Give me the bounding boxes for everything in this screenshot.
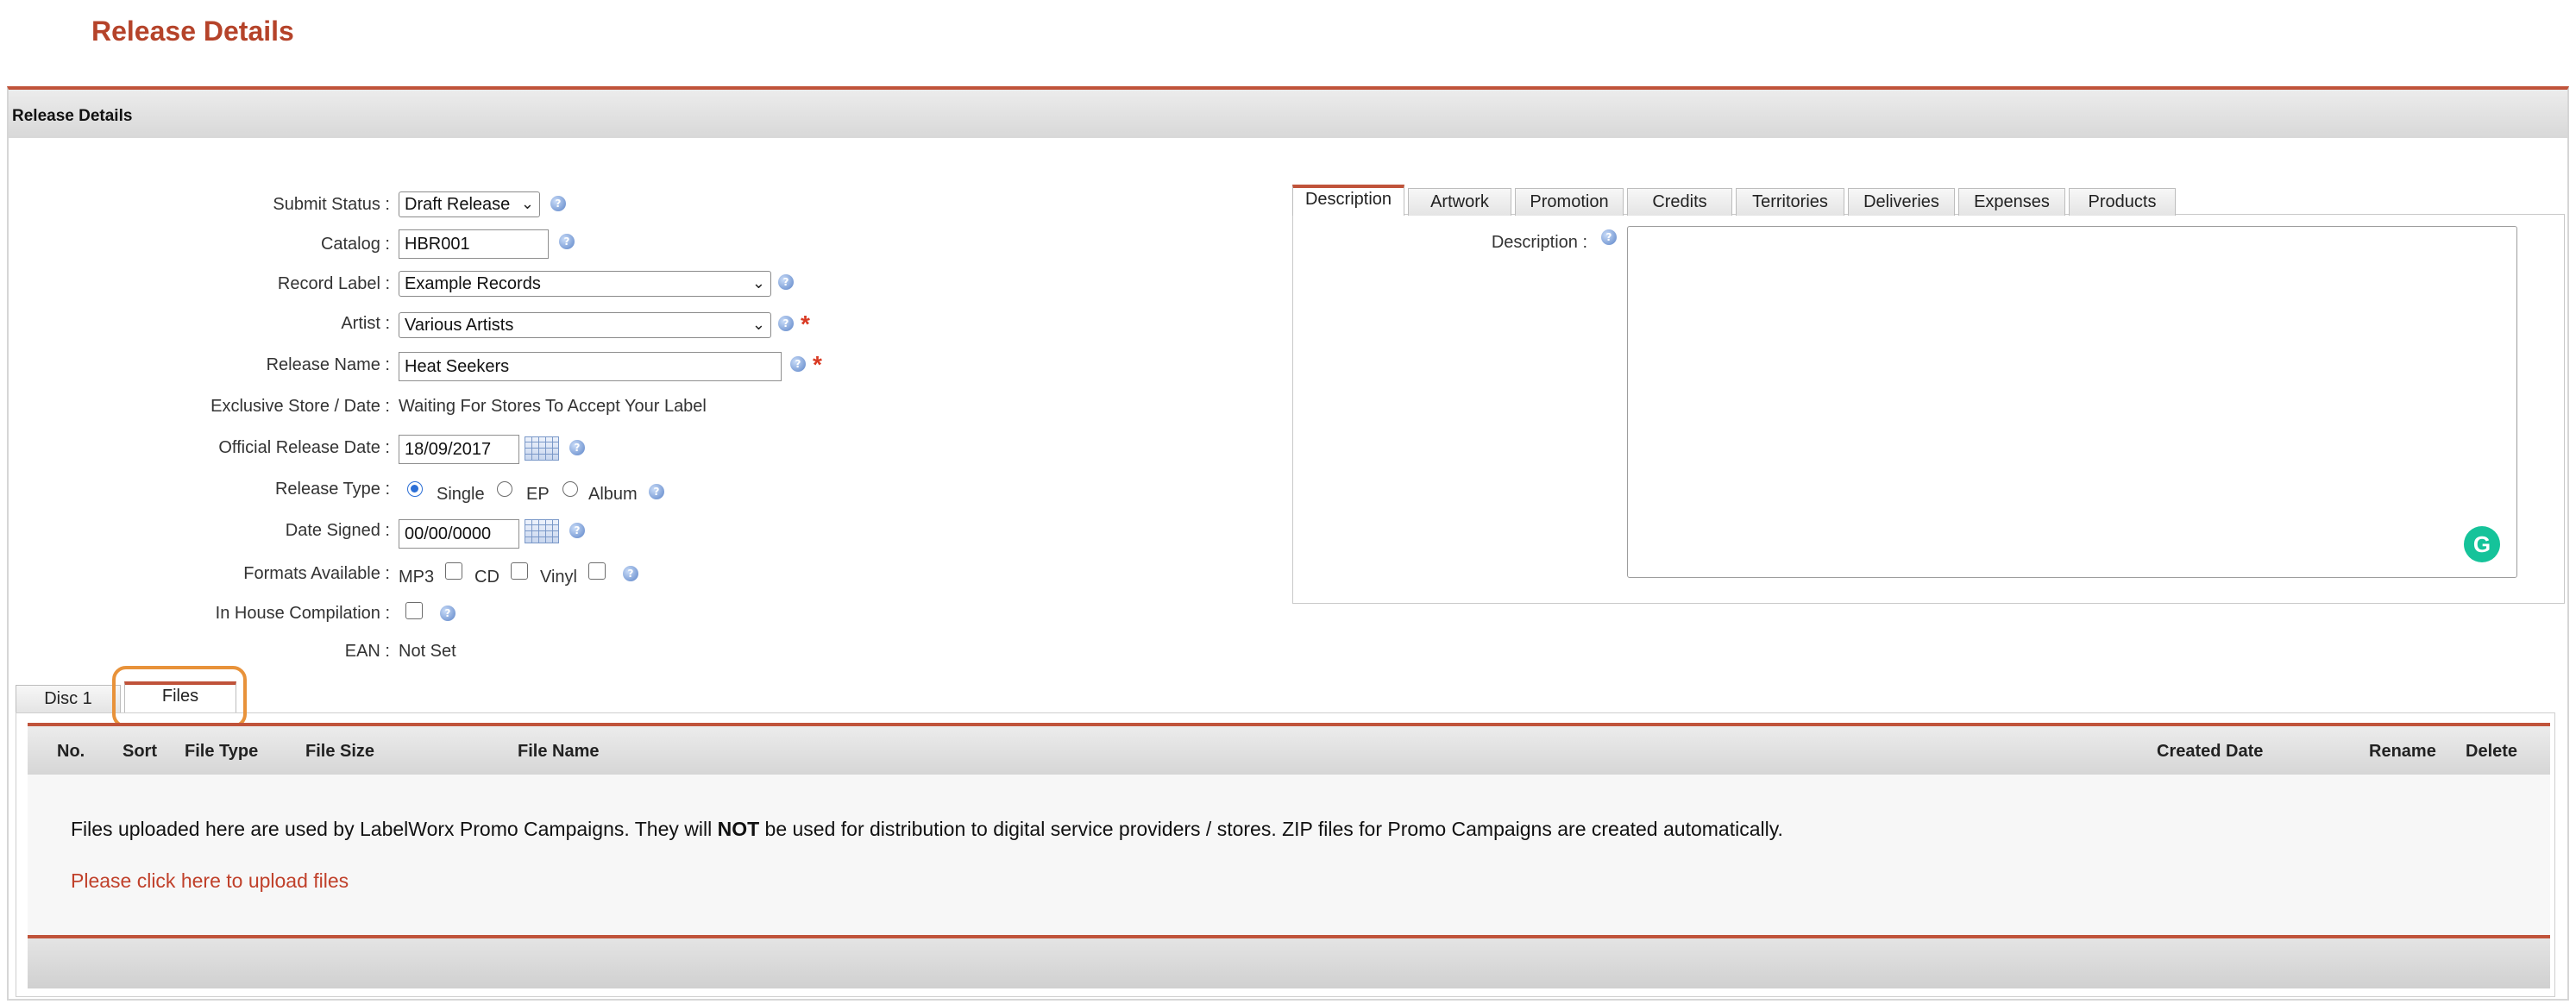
release-type-ep-radio[interactable]: [497, 481, 512, 497]
help-icon[interactable]: ?: [790, 356, 806, 372]
format-cd-checkbox[interactable]: [511, 562, 528, 580]
tab-expenses[interactable]: Expenses: [1958, 188, 2065, 216]
calendar-icon[interactable]: [525, 519, 559, 543]
help-icon[interactable]: ?: [569, 523, 585, 538]
ean-value: Not Set: [399, 642, 456, 661]
submit-status-value: Draft Release: [405, 195, 511, 214]
description-textarea[interactable]: [1627, 226, 2517, 578]
chevron-down-icon: ⌄: [751, 274, 765, 292]
catalog-input[interactable]: HBR001: [399, 229, 549, 259]
files-note-start: Files uploaded here are used by LabelWor…: [71, 818, 718, 840]
chevron-down-icon: ⌄: [751, 316, 765, 333]
help-icon[interactable]: ?: [778, 316, 794, 331]
artist-value: Various Artists: [405, 316, 514, 335]
date-signed-label: Date Signed :: [285, 521, 390, 540]
column-created-date: Created Date: [2157, 742, 2264, 761]
format-vinyl-label: Vinyl: [540, 568, 577, 587]
artist-select[interactable]: Various Artists ⌄: [399, 312, 771, 338]
formats-label: Formats Available :: [243, 564, 390, 583]
official-date-input[interactable]: 18/09/2017: [399, 435, 519, 464]
page-title: Release Details: [91, 16, 294, 47]
format-cd-label: CD: [474, 568, 499, 587]
release-type-album-radio[interactable]: [562, 481, 578, 497]
format-vinyl-checkbox[interactable]: [588, 562, 606, 580]
record-label-select[interactable]: Example Records ⌄: [399, 271, 771, 297]
files-note: Files uploaded here are used by LabelWor…: [71, 818, 1783, 841]
panel-header-label: Release Details: [12, 107, 133, 125]
help-icon[interactable]: ?: [1601, 229, 1617, 245]
record-label-label: Record Label :: [277, 274, 390, 293]
help-icon[interactable]: ?: [649, 484, 664, 499]
help-icon[interactable]: ?: [440, 606, 456, 621]
tab-description[interactable]: Description: [1292, 185, 1404, 216]
column-rename: Rename: [2369, 742, 2436, 761]
files-table-footer: [28, 935, 2550, 988]
date-signed-input[interactable]: 00/00/0000: [399, 519, 519, 549]
panel-header: [9, 90, 2567, 138]
tab-deliveries[interactable]: Deliveries: [1848, 188, 1955, 216]
required-marker: *: [813, 351, 822, 378]
column-sort: Sort: [123, 742, 157, 761]
in-house-label: In House Compilation :: [215, 604, 390, 623]
calendar-icon[interactable]: [525, 436, 559, 461]
files-table-body: [28, 775, 2550, 935]
required-marker: *: [801, 311, 810, 337]
official-date-label: Official Release Date :: [218, 438, 390, 457]
column-delete: Delete: [2466, 742, 2518, 761]
format-mp3-label: MP3: [399, 568, 435, 587]
format-mp3-checkbox[interactable]: [445, 562, 462, 580]
files-note-end: be used for distribution to digital serv…: [759, 818, 1783, 840]
artist-label: Artist :: [341, 314, 390, 333]
help-icon[interactable]: ?: [623, 566, 638, 581]
release-type-single-label: Single: [437, 485, 485, 504]
in-house-checkbox[interactable]: [405, 602, 423, 619]
submit-status-label: Submit Status :: [273, 195, 390, 214]
files-tab-highlight: [112, 666, 247, 728]
tab-territories[interactable]: Territories: [1736, 188, 1844, 216]
column-no: No.: [57, 742, 85, 761]
exclusive-label: Exclusive Store / Date :: [210, 397, 390, 416]
exclusive-value: Waiting For Stores To Accept Your Label: [399, 397, 707, 416]
help-icon[interactable]: ?: [559, 234, 575, 249]
chevron-down-icon: ⌄: [520, 195, 534, 212]
column-file-size: File Size: [305, 742, 375, 761]
tab-credits[interactable]: Credits: [1627, 188, 1732, 216]
release-name-label: Release Name :: [266, 355, 390, 374]
tab-artwork[interactable]: Artwork: [1408, 188, 1511, 216]
release-type-ep-label: EP: [526, 485, 550, 504]
grammarly-icon[interactable]: G: [2464, 526, 2500, 562]
release-type-single-radio[interactable]: [407, 481, 423, 497]
tab-promotion[interactable]: Promotion: [1515, 188, 1624, 216]
column-file-name: File Name: [518, 742, 600, 761]
release-type-album-label: Album: [588, 485, 638, 504]
release-name-input[interactable]: Heat Seekers: [399, 352, 782, 381]
help-icon[interactable]: ?: [550, 196, 566, 211]
files-note-bold: NOT: [717, 818, 760, 840]
catalog-label: Catalog :: [320, 235, 390, 254]
help-icon[interactable]: ?: [778, 274, 794, 290]
submit-status-select[interactable]: Draft Release ⌄: [399, 191, 540, 217]
ean-label: EAN :: [344, 642, 390, 661]
record-label-value: Example Records: [405, 274, 541, 293]
tab-products[interactable]: Products: [2069, 188, 2176, 216]
column-file-type: File Type: [185, 742, 259, 761]
upload-files-link[interactable]: Please click here to upload files: [71, 869, 349, 893]
release-type-label: Release Type :: [274, 480, 390, 499]
description-label: Description :: [1491, 233, 1587, 252]
help-icon[interactable]: ?: [569, 440, 585, 455]
tab-disc-1[interactable]: Disc 1: [16, 685, 121, 712]
